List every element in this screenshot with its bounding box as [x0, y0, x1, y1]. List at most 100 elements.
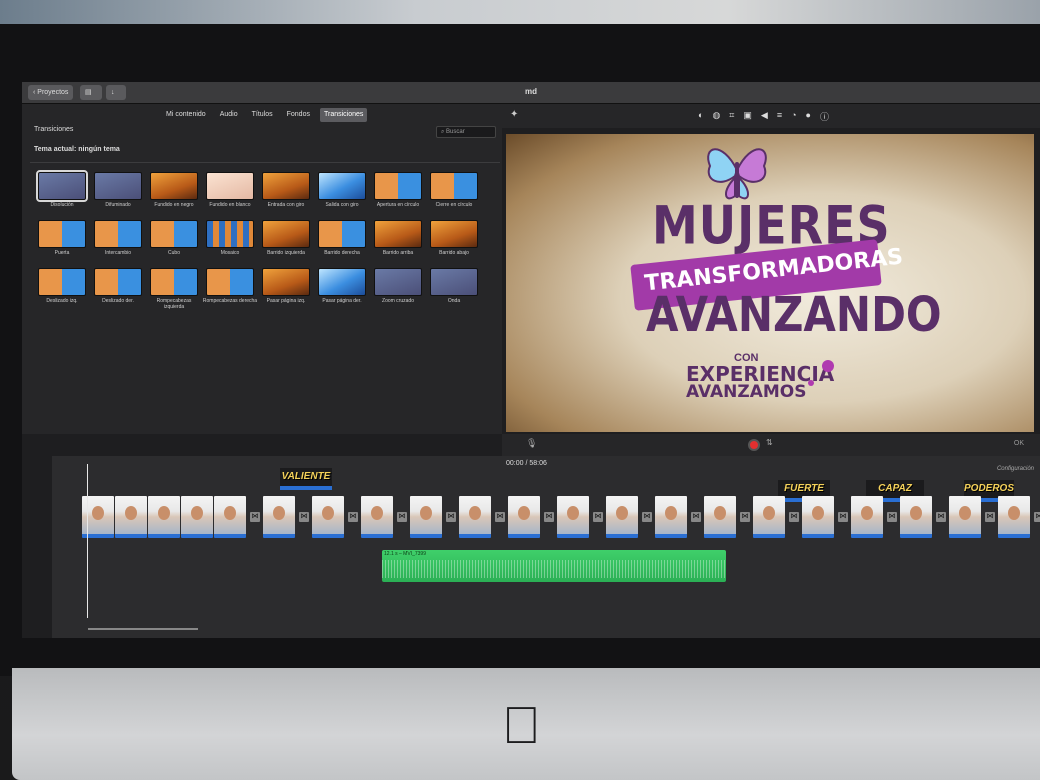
magic-wand-icon[interactable]: ✦ — [510, 109, 518, 120]
video-clip[interactable] — [851, 496, 883, 538]
tab-0[interactable]: Mi contenido — [162, 108, 210, 122]
playhead[interactable] — [87, 464, 88, 618]
settings-button[interactable]: Configuración — [997, 466, 1034, 472]
transition-tile[interactable]: Barrido derecha — [314, 220, 370, 264]
video-clip[interactable] — [655, 496, 687, 538]
theme-label: Tema actual: ningún tema — [34, 146, 120, 153]
audio-clip[interactable]: 12.1 s – MVI_7399 — [382, 550, 726, 582]
video-clip[interactable] — [704, 496, 736, 538]
transition-marker-icon[interactable]: ⋈ — [544, 512, 554, 522]
transition-marker-icon[interactable]: ⋈ — [642, 512, 652, 522]
transition-marker-icon[interactable]: ⋈ — [887, 512, 897, 522]
noise-reduction-icon[interactable]: ≡ — [777, 110, 782, 123]
crop-icon[interactable]: ⌗ — [729, 110, 734, 123]
transition-tile[interactable]: Rompecabezas izquierda — [146, 268, 202, 312]
transition-tile[interactable]: Onda — [426, 268, 482, 312]
viewer-controls: 🎙 ⇅ OK — [502, 434, 1040, 456]
video-clip[interactable] — [557, 496, 589, 538]
info-icon[interactable]: ⓘ — [820, 110, 829, 123]
video-clip[interactable] — [998, 496, 1030, 538]
speed-icon[interactable]: ◔ — [791, 110, 796, 123]
transition-tile[interactable]: Pasar página izq. — [258, 268, 314, 312]
transition-marker-icon[interactable]: ⋈ — [838, 512, 848, 522]
transition-marker-icon[interactable]: ⋈ — [740, 512, 750, 522]
transition-tile[interactable]: Rompecabezas derecha — [202, 268, 258, 312]
transition-tile[interactable]: Disolución — [34, 170, 90, 216]
transition-tile[interactable]: Entrada con giro — [258, 172, 314, 216]
video-viewer[interactable]: MUJERES TRANSFORMADORAS AVANZANDO CON EX… — [506, 134, 1034, 432]
video-clip[interactable] — [802, 496, 834, 538]
clip-thumbnail — [224, 506, 236, 520]
video-clip[interactable] — [459, 496, 491, 538]
fullscreen-icon[interactable]: ⇅ — [766, 438, 773, 447]
wall-background — [0, 0, 1040, 24]
video-clip[interactable] — [361, 496, 393, 538]
transition-marker-icon[interactable]: ⋈ — [299, 512, 309, 522]
audio-clip-label: 12.1 s – MVI_7399 — [384, 551, 426, 557]
transition-marker-icon[interactable]: ⋈ — [495, 512, 505, 522]
transition-tile[interactable]: Deslizado izq. — [34, 268, 90, 312]
transition-tile[interactable]: Salida con giro — [314, 172, 370, 216]
clip-thumbnail — [714, 506, 726, 520]
timeline[interactable]: 00:00 / 58:06 Configuración VALIENTE FUE… — [52, 456, 1040, 638]
video-clip[interactable] — [115, 496, 147, 538]
transition-marker-icon[interactable]: ⋈ — [1034, 512, 1040, 522]
transition-label: Pasar página izq. — [266, 298, 306, 304]
transition-marker-icon[interactable]: ⋈ — [446, 512, 456, 522]
transition-marker-icon[interactable]: ⋈ — [397, 512, 407, 522]
transition-tile[interactable]: Deslizado der. — [90, 268, 146, 312]
transition-marker-icon[interactable]: ⋈ — [789, 512, 799, 522]
transition-tile[interactable]: Difuminado — [90, 172, 146, 216]
done-button[interactable]: OK — [1014, 440, 1024, 447]
transition-thumbnail — [430, 220, 478, 248]
video-clip[interactable] — [148, 496, 180, 538]
horizontal-scrollbar[interactable] — [88, 628, 198, 630]
transition-label: Fundido en negro — [154, 202, 194, 208]
video-clip[interactable] — [753, 496, 785, 538]
transition-tile[interactable]: Zoom cruzado — [370, 268, 426, 312]
transition-marker-icon[interactable]: ⋈ — [985, 512, 995, 522]
transition-tile[interactable]: Apertura en círculo — [370, 172, 426, 216]
tab-1[interactable]: Audio — [216, 108, 242, 122]
filter-icon[interactable]: ● — [806, 110, 811, 123]
transition-marker-icon[interactable]: ⋈ — [593, 512, 603, 522]
transition-label: Entrada con giro — [267, 202, 305, 208]
transition-tile[interactable]: Intercambio — [90, 220, 146, 264]
transition-label: Zoom cruzado — [382, 298, 414, 304]
video-clip[interactable] — [214, 496, 246, 538]
video-clip[interactable] — [606, 496, 638, 538]
tab-2[interactable]: Títulos — [248, 108, 277, 122]
video-clip[interactable] — [949, 496, 981, 538]
video-clip[interactable] — [312, 496, 344, 538]
transition-tile[interactable]: Cubo — [146, 220, 202, 264]
color-correction-icon[interactable]: ◍ — [712, 110, 720, 123]
transition-tile[interactable]: Fundido en negro — [146, 172, 202, 216]
record-button[interactable] — [748, 439, 760, 451]
title-clip-valiente[interactable]: VALIENTE — [280, 468, 332, 490]
transition-tile[interactable]: Fundido en blanco — [202, 172, 258, 216]
transition-marker-icon[interactable]: ⋈ — [348, 512, 358, 522]
volume-icon[interactable]: ◀ — [761, 110, 768, 123]
search-input[interactable]: ⌕ Buscar — [436, 126, 496, 138]
content-browser: Mi contenido Audio Títulos Fondos Transicion… — [22, 104, 502, 434]
video-clip[interactable] — [508, 496, 540, 538]
transition-marker-icon[interactable]: ⋈ — [936, 512, 946, 522]
video-clip[interactable] — [181, 496, 213, 538]
microphone-icon[interactable]: 🎙 — [526, 438, 537, 449]
transition-marker-icon[interactable]: ⋈ — [250, 512, 260, 522]
tab-4[interactable]: Transiciones — [319, 108, 368, 122]
video-clip[interactable] — [900, 496, 932, 538]
transition-tile[interactable]: Barrido izquierda — [258, 220, 314, 264]
transition-tile[interactable]: Barrido abajo — [426, 220, 482, 264]
transition-tile[interactable]: Mosaico — [202, 220, 258, 264]
stabilization-icon[interactable]: ▣ — [743, 110, 752, 123]
video-clip[interactable] — [263, 496, 295, 538]
transition-tile[interactable]: Cierre en círculo — [426, 172, 482, 216]
video-clip[interactable] — [410, 496, 442, 538]
color-balance-icon[interactable]: ◐ — [698, 110, 703, 123]
transition-tile[interactable]: Barrido arriba — [370, 220, 426, 264]
tab-3[interactable]: Fondos — [283, 108, 314, 122]
transition-tile[interactable]: Pasar página der. — [314, 268, 370, 312]
transition-marker-icon[interactable]: ⋈ — [691, 512, 701, 522]
transition-tile[interactable]: Puerta — [34, 220, 90, 264]
